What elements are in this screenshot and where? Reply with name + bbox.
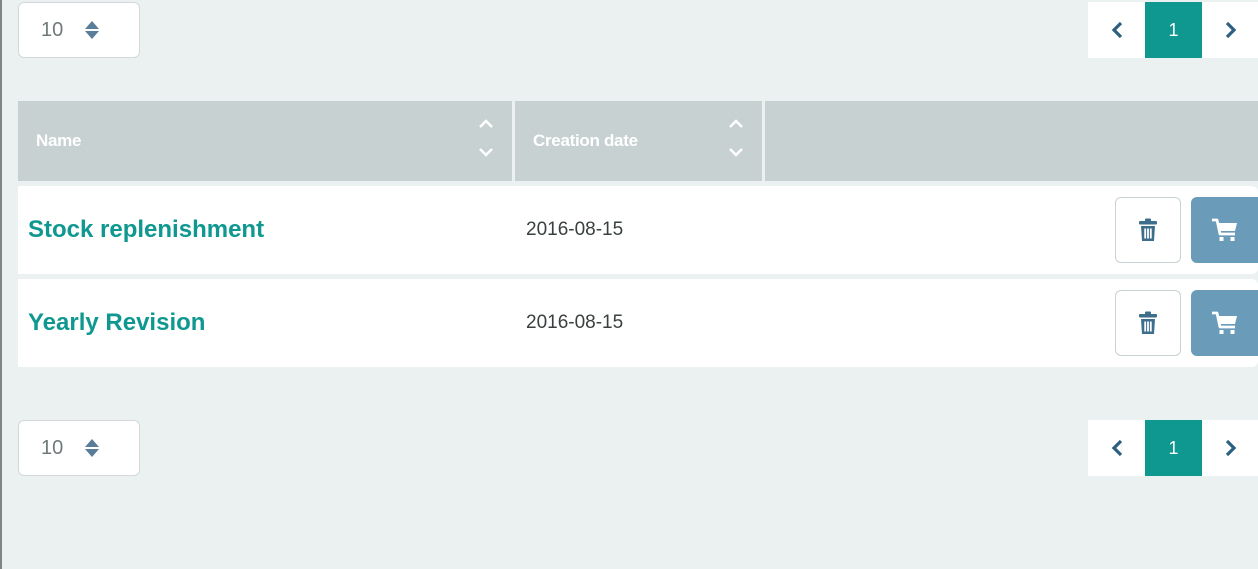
items-per-page-select[interactable]: 10: [18, 420, 140, 476]
sort-toggle[interactable]: [728, 119, 744, 157]
row-creation-date: 2016-08-15: [526, 219, 624, 240]
row-creation-date: 2016-08-15: [526, 312, 624, 333]
add-to-cart-button[interactable]: [1191, 290, 1258, 356]
items-per-page-value: 10: [41, 436, 64, 459]
cart-icon: [1211, 311, 1237, 334]
next-page-button[interactable]: [1202, 2, 1258, 58]
table-header: Name Creation date: [18, 101, 1258, 181]
add-to-cart-button[interactable]: [1191, 197, 1258, 263]
chevron-left-icon: [1111, 21, 1122, 39]
column-header-name[interactable]: Name: [18, 101, 515, 181]
cart-icon: [1211, 218, 1237, 241]
current-page-button[interactable]: 1: [1145, 420, 1202, 476]
trash-icon: [1139, 311, 1157, 334]
sort-updown-icon: [85, 439, 100, 457]
table-row: Stock replenishment 2016-08-15: [18, 186, 1258, 274]
pagination: 1: [1088, 2, 1258, 58]
row-name-link[interactable]: Yearly Revision: [28, 309, 205, 337]
chevron-right-icon: [1225, 21, 1236, 39]
prev-page-button[interactable]: [1088, 2, 1145, 58]
sort-toggle[interactable]: [478, 119, 494, 157]
current-page-button[interactable]: 1: [1145, 2, 1202, 58]
sort-desc-icon: [479, 148, 493, 157]
sort-asc-icon: [479, 119, 493, 128]
delete-button[interactable]: [1115, 197, 1181, 263]
delete-button[interactable]: [1115, 290, 1181, 356]
sort-updown-icon: [85, 21, 100, 39]
prev-page-button[interactable]: [1088, 420, 1145, 476]
column-header-creation-date[interactable]: Creation date: [515, 101, 765, 181]
trash-icon: [1139, 218, 1157, 241]
column-header-label: Name: [36, 131, 82, 150]
sort-asc-icon: [729, 119, 743, 128]
items-per-page-value: 10: [41, 18, 64, 41]
data-table: Name Creation date Stock replenishment 2…: [18, 101, 1258, 367]
next-page-button[interactable]: [1202, 420, 1258, 476]
pagination: 1: [1088, 420, 1258, 476]
row-name-link[interactable]: Stock replenishment: [28, 216, 264, 244]
column-header-actions: [765, 101, 1258, 181]
table-row: Yearly Revision 2016-08-15: [18, 279, 1258, 367]
chevron-right-icon: [1225, 439, 1236, 457]
sort-desc-icon: [729, 148, 743, 157]
window-border: [0, 0, 2, 569]
items-per-page-select[interactable]: 10: [18, 2, 140, 58]
column-header-label: Creation date: [533, 131, 638, 150]
chevron-left-icon: [1111, 439, 1122, 457]
